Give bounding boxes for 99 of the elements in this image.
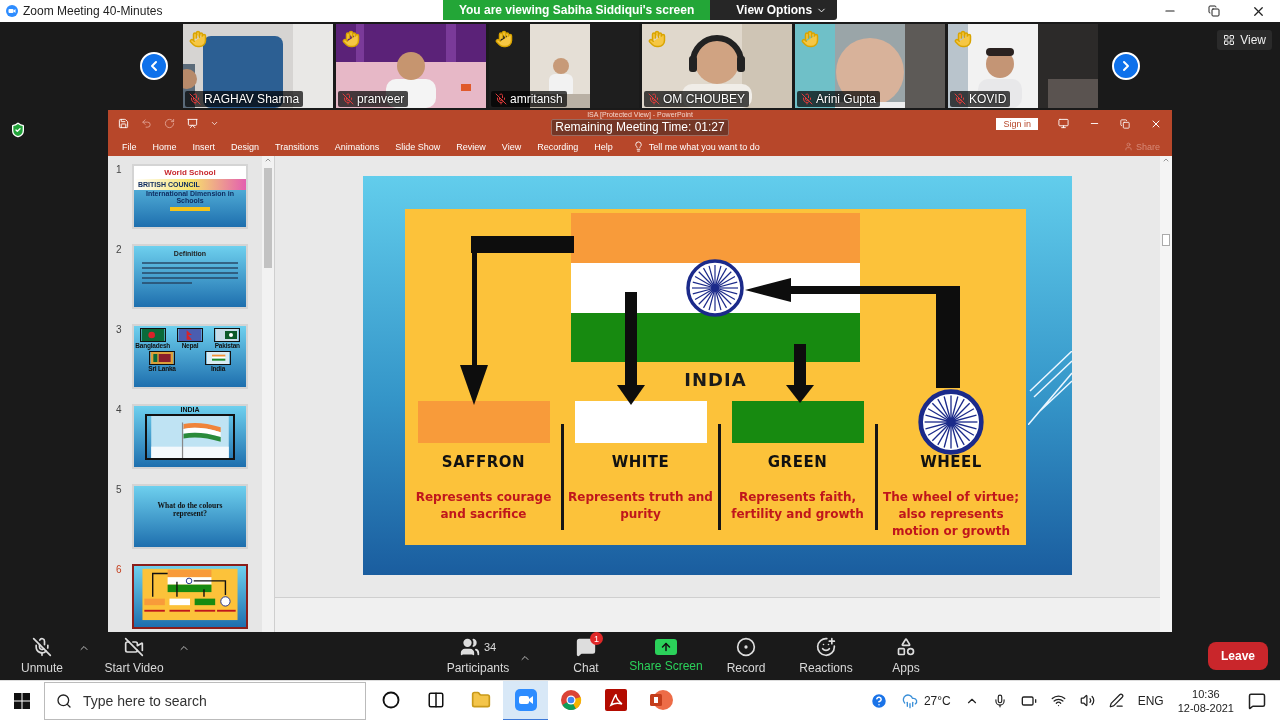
restore-button[interactable] bbox=[1120, 118, 1130, 129]
wheel-icon bbox=[918, 389, 984, 455]
previous-page-button[interactable] bbox=[140, 52, 168, 80]
menu-tab[interactable]: Home bbox=[152, 141, 177, 152]
slide-number: 1 bbox=[115, 164, 123, 177]
help-icon[interactable] bbox=[869, 691, 888, 710]
scrollbar[interactable] bbox=[1160, 156, 1172, 632]
sign-in-button[interactable]: Sign in bbox=[996, 117, 1038, 130]
start-video-button[interactable]: Start Video bbox=[91, 634, 177, 678]
reactions-button[interactable]: Reactions bbox=[786, 634, 866, 678]
video-camera-icon bbox=[514, 688, 537, 711]
mic-icon[interactable] bbox=[992, 693, 1007, 708]
colour-name: SAFFRON bbox=[441, 453, 526, 471]
scrollbar-thumb[interactable] bbox=[1162, 234, 1170, 246]
grid-icon bbox=[1223, 34, 1236, 46]
slide-number: 6 bbox=[115, 564, 123, 577]
scroll-up-icon[interactable] bbox=[264, 156, 272, 164]
menu-tab[interactable]: Slide Show bbox=[395, 141, 441, 152]
shield-check-icon bbox=[10, 122, 26, 138]
apps-button[interactable]: Apps bbox=[866, 634, 946, 678]
window-title: Zoom Meeting 40-Minutes bbox=[23, 4, 163, 18]
temperature[interactable]: 27°C bbox=[923, 693, 951, 708]
slideshow-icon[interactable] bbox=[187, 118, 198, 129]
clock-time[interactable]: 10:36 bbox=[1192, 686, 1220, 701]
chat-icon bbox=[576, 637, 596, 657]
menu-tab[interactable]: View bbox=[501, 141, 522, 152]
next-page-button[interactable] bbox=[1112, 52, 1140, 80]
menu-tab[interactable]: Design bbox=[231, 141, 260, 152]
restore-icon bbox=[1208, 5, 1220, 17]
colour-meaning: Represents truth and purity bbox=[567, 489, 714, 523]
meeting-timer: Remaining Meeting Time: 01:27 bbox=[551, 119, 729, 136]
colour-meaning: The wheel of virtue; also represents motion or growth bbox=[882, 489, 1020, 540]
colour-name: WHEEL bbox=[920, 453, 982, 471]
menu-tab[interactable]: Review bbox=[456, 141, 486, 152]
highlight-bar bbox=[170, 206, 210, 211]
tell-me-search[interactable]: Tell me what you want to do bbox=[648, 141, 760, 152]
scrollbar-thumb[interactable] bbox=[264, 168, 272, 268]
colour-meaning: Represents courage and sacrifice bbox=[414, 489, 553, 523]
unmute-button[interactable]: Unmute bbox=[7, 634, 77, 678]
wifi-icon[interactable] bbox=[1050, 693, 1066, 708]
circle-icon bbox=[381, 690, 400, 709]
apps-icon bbox=[896, 637, 916, 657]
arrow-up-icon bbox=[660, 641, 672, 653]
lightbulb-icon bbox=[632, 141, 644, 152]
leave-button[interactable]: Leave bbox=[1207, 642, 1268, 670]
view-button[interactable]: View bbox=[1217, 30, 1272, 50]
clock-date[interactable]: 12-08-2021 bbox=[1177, 700, 1234, 715]
participants-button[interactable]: 34 Participants bbox=[438, 634, 518, 678]
volume-icon[interactable] bbox=[1079, 693, 1095, 708]
pen-icon[interactable] bbox=[1108, 693, 1124, 708]
slide-number: 2 bbox=[115, 244, 123, 257]
save-icon[interactable] bbox=[118, 118, 129, 129]
menu-tab[interactable]: Animations bbox=[334, 141, 380, 152]
participant-name: RAGHAV Sharma bbox=[204, 92, 300, 106]
menu-tab[interactable]: File bbox=[122, 141, 137, 152]
participant-name: KOVID bbox=[969, 92, 1007, 106]
unread-badge: 1 bbox=[590, 632, 603, 645]
colour-meaning: Represents faith, fertility and growth bbox=[730, 489, 865, 523]
participant-name: amritansh bbox=[510, 92, 563, 106]
slide-title: INDIA bbox=[684, 369, 747, 390]
slide-number: 3 bbox=[115, 324, 123, 337]
task-view-icon bbox=[426, 690, 445, 709]
participant-name: Arini Gupta bbox=[816, 92, 877, 106]
school-logo-text: World School bbox=[164, 168, 216, 177]
folder-icon bbox=[470, 689, 491, 710]
menu-tab[interactable]: Transitions bbox=[275, 141, 319, 152]
participant-name: OM CHOUBEY bbox=[663, 92, 745, 106]
slide-number: 4 bbox=[115, 404, 123, 417]
language-indicator[interactable]: ENG bbox=[1137, 693, 1164, 708]
smiley-icon bbox=[816, 637, 836, 657]
ribbon-display-icon[interactable] bbox=[1058, 118, 1069, 129]
pdf-icon bbox=[604, 688, 627, 711]
participant-count: 34 bbox=[483, 641, 497, 653]
weather-icon[interactable] bbox=[901, 692, 918, 709]
person-icon bbox=[1123, 142, 1133, 151]
presentation-app-icon bbox=[648, 688, 673, 711]
participant-name: pranveer bbox=[357, 92, 405, 106]
slide-thumbnail[interactable] bbox=[132, 564, 248, 629]
record-button[interactable]: Record bbox=[706, 634, 786, 678]
windows-logo-icon bbox=[14, 692, 30, 709]
colour-name: GREEN bbox=[767, 453, 828, 471]
browser-icon bbox=[559, 688, 582, 711]
scrollbar[interactable] bbox=[262, 156, 275, 632]
search-field[interactable]: Type here to search bbox=[44, 681, 366, 720]
slide-number: 5 bbox=[115, 484, 123, 497]
scroll-up-icon[interactable] bbox=[1162, 156, 1170, 164]
screen-share-banner: You are viewing Sabiha Siddiqui's screen bbox=[442, 0, 711, 20]
people-icon bbox=[459, 637, 480, 657]
share-screen-button[interactable]: Share Screen bbox=[626, 634, 706, 678]
menu-tab[interactable]: Help bbox=[594, 141, 613, 152]
menu-tab[interactable]: Insert bbox=[192, 141, 216, 152]
chat-button[interactable]: 1 Chat bbox=[546, 634, 626, 678]
app-logo-icon bbox=[6, 5, 18, 17]
view-options-button[interactable]: View Options bbox=[710, 0, 838, 20]
search-icon bbox=[56, 692, 72, 709]
record-icon bbox=[736, 637, 756, 657]
menu-tab[interactable]: Recording bbox=[537, 141, 579, 152]
notifications-icon[interactable] bbox=[1248, 691, 1266, 710]
colour-name: WHITE bbox=[611, 453, 670, 471]
